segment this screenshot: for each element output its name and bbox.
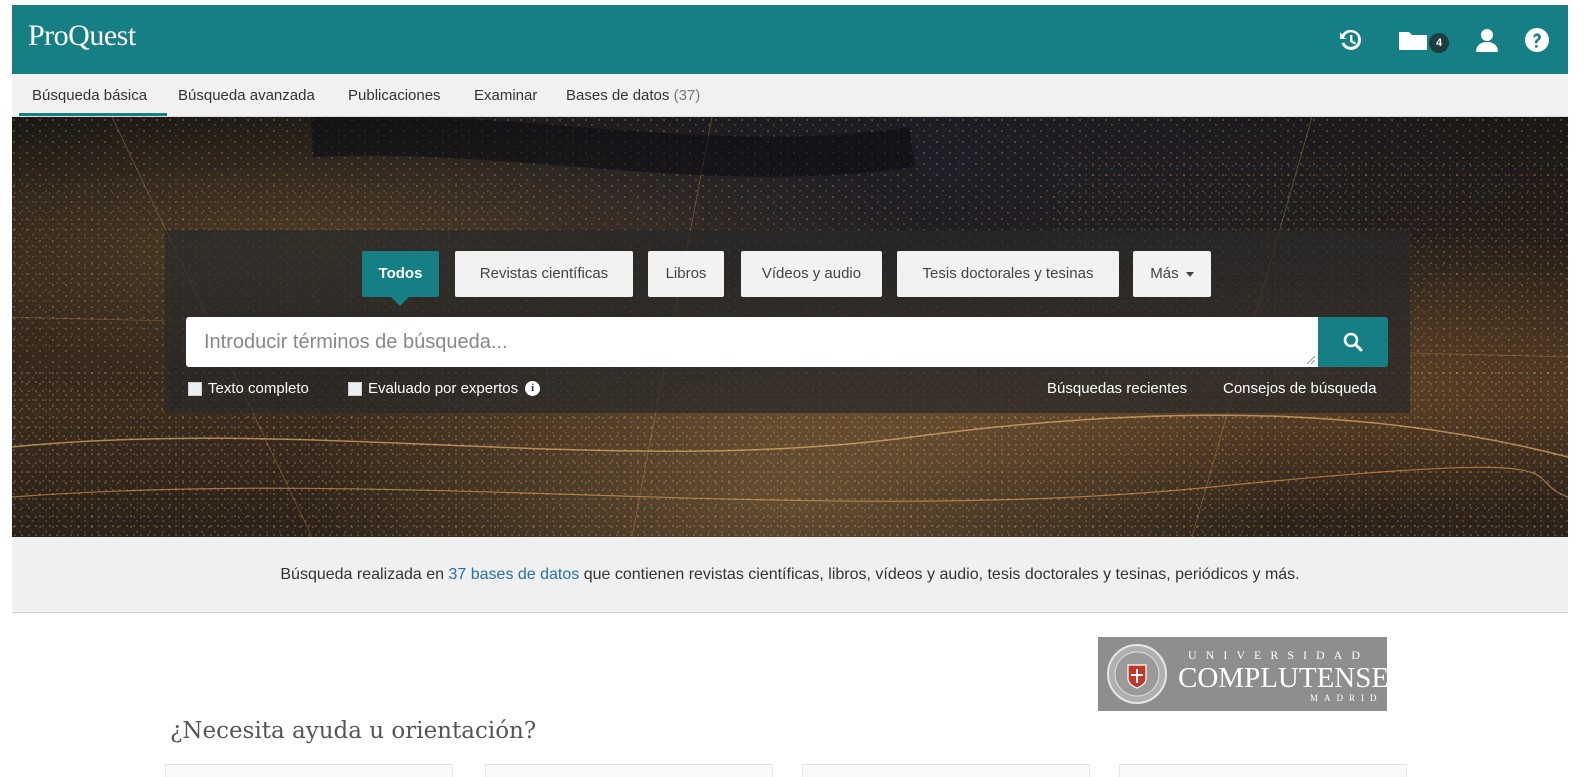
help-card[interactable] <box>1119 764 1407 777</box>
tab-dissertations[interactable]: Tesis doctorales y tesinas <box>897 251 1119 297</box>
page: ProQuest 4 Búsqueda básica Búsqueda avan… <box>0 0 1588 777</box>
databases-info-text: Búsqueda realizada en 37 bases de datos … <box>12 566 1568 584</box>
tab-more-label: Más <box>1150 265 1179 282</box>
user-icon[interactable] <box>1474 25 1500 55</box>
folder-count-badge: 4 <box>1429 33 1449 53</box>
header-icons: 4 <box>1338 25 1550 55</box>
main-nav: Búsqueda básica Búsqueda avanzada Public… <box>12 74 1568 117</box>
nav-publications[interactable]: Publicaciones <box>348 87 441 104</box>
help-card[interactable] <box>165 764 453 777</box>
recent-searches-link[interactable]: Búsquedas recientes <box>1047 380 1187 397</box>
nav-active-indicator <box>19 113 167 116</box>
nav-databases-count: (37) <box>673 87 701 104</box>
search-panel: Todos Revistas científicas Libros Vídeos… <box>165 230 1410 413</box>
databases-link[interactable]: 37 bases de datos <box>449 566 580 583</box>
help-card[interactable] <box>485 764 773 777</box>
help-icon[interactable] <box>1524 25 1550 55</box>
peer-reviewed-label: Evaluado por expertos <box>368 380 519 397</box>
info-text-after: que contienen revistas científicas, libr… <box>579 566 1300 583</box>
info-text-before: Búsqueda realizada en <box>280 566 449 583</box>
nav-basic-search[interactable]: Búsqueda básica <box>32 87 147 104</box>
university-seal-icon <box>1107 644 1167 704</box>
institution-line3: MADRID <box>1310 693 1383 703</box>
peer-reviewed-checkbox[interactable] <box>348 381 362 396</box>
hero-background: Todos Revistas científicas Libros Vídeos… <box>12 117 1568 537</box>
full-text-label: Texto completo <box>208 380 309 397</box>
top-header: ProQuest 4 <box>12 5 1568 74</box>
folder-button[interactable]: 4 <box>1398 25 1449 55</box>
institution-logo: UNIVERSIDAD COMPLUTENSE MADRID <box>1098 637 1390 711</box>
tab-all-label: Todos <box>378 265 423 282</box>
institution-line2: COMPLUTENSE <box>1178 662 1390 694</box>
databases-info-strip: Búsqueda realizada en 37 bases de datos … <box>12 537 1568 613</box>
search-icon <box>1343 332 1363 352</box>
tab-all[interactable]: Todos <box>362 251 439 306</box>
resize-grip-icon[interactable] <box>1307 356 1315 364</box>
tab-books[interactable]: Libros <box>648 251 724 297</box>
nav-advanced-search[interactable]: Búsqueda avanzada <box>178 87 315 104</box>
help-cards-row <box>165 764 1407 777</box>
full-text-checkbox[interactable] <box>188 381 202 396</box>
search-button[interactable] <box>1318 317 1388 367</box>
search-tips-link[interactable]: Consejos de búsqueda <box>1223 380 1376 397</box>
help-card[interactable] <box>802 764 1090 777</box>
tab-video-audio[interactable]: Vídeos y audio <box>741 251 882 297</box>
proquest-logo[interactable]: ProQuest <box>28 19 136 53</box>
chevron-down-icon <box>1185 271 1194 277</box>
tab-more[interactable]: Más <box>1133 251 1211 297</box>
institution-line1: UNIVERSIDAD <box>1188 648 1369 662</box>
nav-browse[interactable]: Examinar <box>474 87 537 104</box>
tab-scholarly-journals[interactable]: Revistas científicas <box>455 251 633 297</box>
active-tab-caret <box>391 297 409 306</box>
peer-reviewed-option[interactable]: Evaluado por expertos i <box>348 380 541 397</box>
folder-icon <box>1399 32 1427 50</box>
full-text-option[interactable]: Texto completo <box>188 380 309 397</box>
search-input[interactable]: Introducir términos de búsqueda... <box>186 317 1318 367</box>
info-icon[interactable]: i <box>525 381 541 396</box>
nav-databases-label: Bases de datos <box>566 87 670 104</box>
history-icon[interactable] <box>1338 25 1364 55</box>
nav-databases[interactable]: Bases de datos (37) <box>566 87 700 104</box>
help-heading: ¿Necesita ayuda u orientación? <box>170 718 537 744</box>
